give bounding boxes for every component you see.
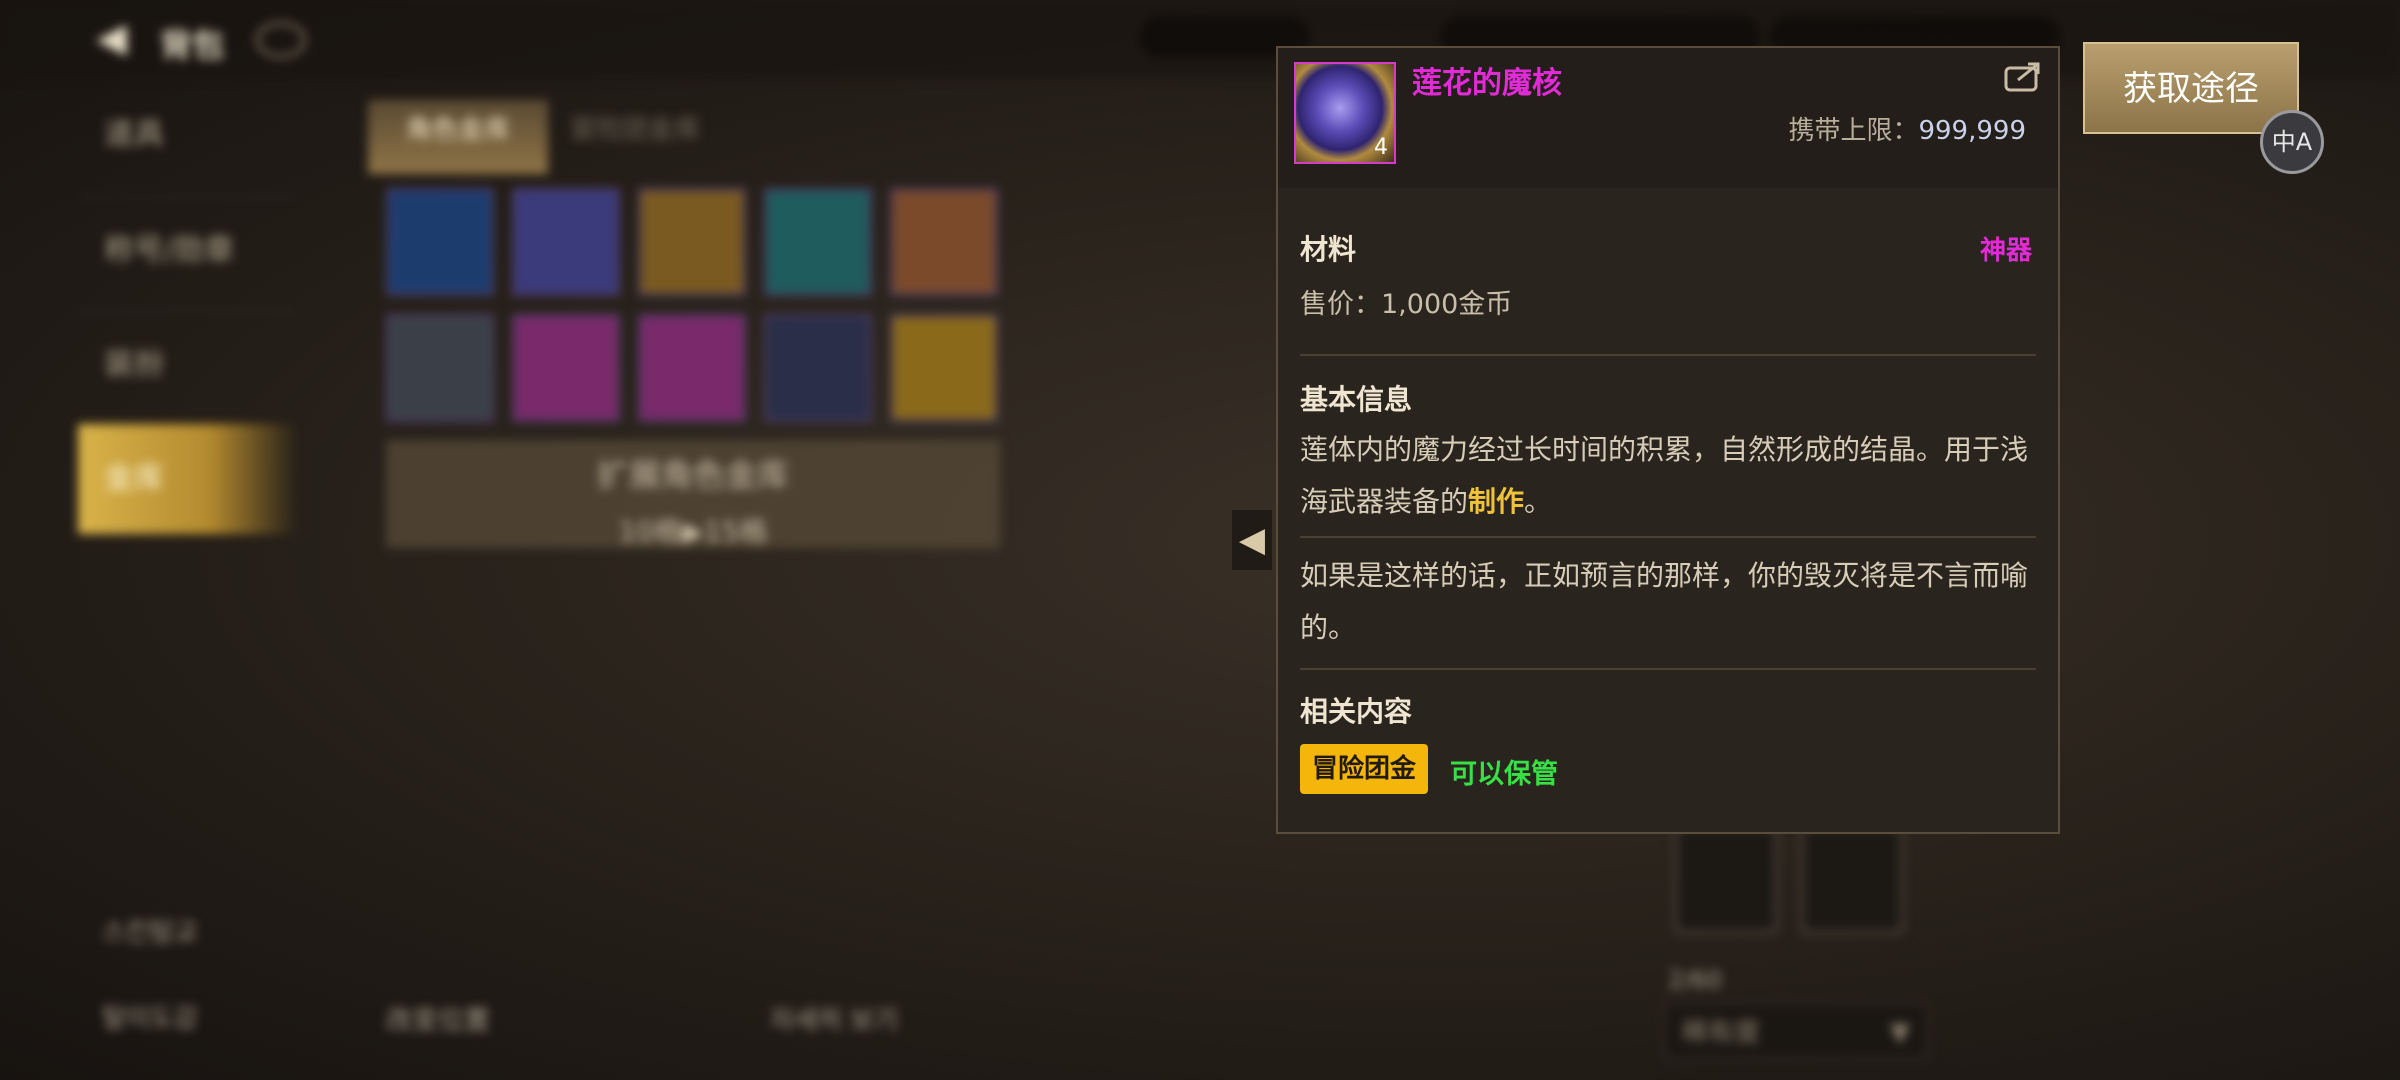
chevron-left-icon[interactable]: ◀	[1232, 510, 1272, 570]
item-tooltip: 4 莲花的魔核 携带上限：999,999 材料 神器 售价：1,000金币 基本…	[1276, 46, 2060, 834]
item-slot[interactable]	[386, 188, 494, 296]
button-label: 改变位置	[386, 1006, 491, 1036]
item-slot[interactable]	[890, 314, 998, 422]
sidebar-item-label: 装扮	[104, 347, 164, 382]
sidebar-item-vault[interactable]: 金库	[78, 424, 298, 534]
link-label: 탈이도감	[102, 1004, 198, 1034]
item-description: 莲体内的魔力经过长时间的积累，自然形成的结晶。用于浅海武器装备的制作。	[1300, 424, 2040, 528]
item-grade: 神器	[1979, 236, 2032, 266]
expand-detail: 10格▶15格	[618, 515, 768, 548]
sidebar-item-label: 道具	[104, 117, 164, 152]
backpack-slot[interactable]	[1800, 826, 1904, 934]
sort-dropdown[interactable]: 稀有度 ▼	[1664, 1003, 1928, 1059]
get-route-button[interactable]: 获取途径	[2083, 42, 2299, 134]
chevron-down-icon: ▼	[1890, 1018, 1910, 1048]
storage-note: 可以保管	[1450, 759, 1558, 790]
share-icon[interactable]	[2004, 60, 2044, 92]
description-text-end: 。	[1524, 485, 1553, 518]
item-slot[interactable]	[890, 188, 998, 296]
sort-label: 稀有度	[1682, 1018, 1761, 1048]
related-title: 相关内容	[1300, 695, 1413, 728]
backpack-count: 2/60	[1668, 966, 1722, 994]
lotus-magic-core-icon: 4	[1294, 62, 1396, 164]
item-slot[interactable]	[764, 314, 872, 422]
change-position-button[interactable]: 改变位置	[386, 1000, 490, 1037]
sidebar-bottom-link-1[interactable]: 스킨탐교	[102, 912, 198, 949]
back-arrow-icon[interactable]: ◀	[96, 18, 136, 58]
item-slot[interactable]	[512, 188, 620, 296]
translate-button[interactable]: 中A	[2260, 110, 2324, 174]
limit-value: 999,999	[1918, 116, 2026, 146]
sidebar-item-items[interactable]: 道具	[78, 80, 298, 190]
link-label: 스킨탐교	[102, 918, 198, 948]
expand-vault-button[interactable]: 扩展角色金库 10格▶15格	[386, 440, 1000, 548]
sidebar-item-label: 称号/勋章	[104, 233, 235, 268]
item-slot[interactable]	[764, 188, 872, 296]
sidebar-item-costume[interactable]: 装扮	[78, 310, 298, 420]
adventure-vault-tag: 冒险团金	[1300, 744, 1429, 794]
tab-character-vault[interactable]: 角色金库	[368, 100, 548, 174]
description-highlight: 制作	[1468, 485, 1525, 518]
item-slot[interactable]	[512, 314, 620, 422]
carry-limit: 携带上限：999,999	[1788, 110, 2026, 147]
sidebar-item-label: 金库	[104, 461, 164, 496]
eye-icon[interactable]	[256, 22, 306, 58]
item-price: 售价：1,000金币	[1300, 289, 1513, 320]
item-slot[interactable]	[638, 188, 746, 296]
item-count: 4	[1374, 135, 1388, 160]
flavor-text: 如果是这样的话，正如预言的那样，你的毁灭将是不言而喻的。	[1300, 559, 2029, 644]
sidebar-bottom-link-2[interactable]: 탈이도감	[102, 998, 198, 1035]
divider	[1300, 668, 2036, 670]
description-text: 莲体内的魔力经过长时间的积累，自然形成的结晶。用于浅海武器装备的	[1300, 433, 2029, 518]
button-label: 자세히 보기	[770, 1006, 898, 1036]
tab-adventure-vault[interactable]: 冒险团金库	[560, 100, 710, 174]
limit-label: 携带上限：	[1788, 116, 1919, 146]
item-name: 莲花的魔核	[1412, 66, 1562, 101]
item-slot[interactable]	[386, 314, 494, 422]
item-slot[interactable]	[638, 314, 746, 422]
divider	[1300, 354, 2036, 356]
page-title: 背包	[160, 26, 225, 64]
sidebar-item-titles[interactable]: 称号/勋章	[78, 196, 298, 306]
detail-view-button[interactable]: 자세히 보기	[770, 1000, 898, 1037]
item-type: 材料	[1300, 233, 1357, 266]
basic-info-title: 基本信息	[1300, 383, 1413, 416]
expand-title: 扩展角色金库	[596, 456, 789, 494]
backpack-slot[interactable]	[1674, 826, 1778, 934]
divider	[1300, 536, 2036, 538]
